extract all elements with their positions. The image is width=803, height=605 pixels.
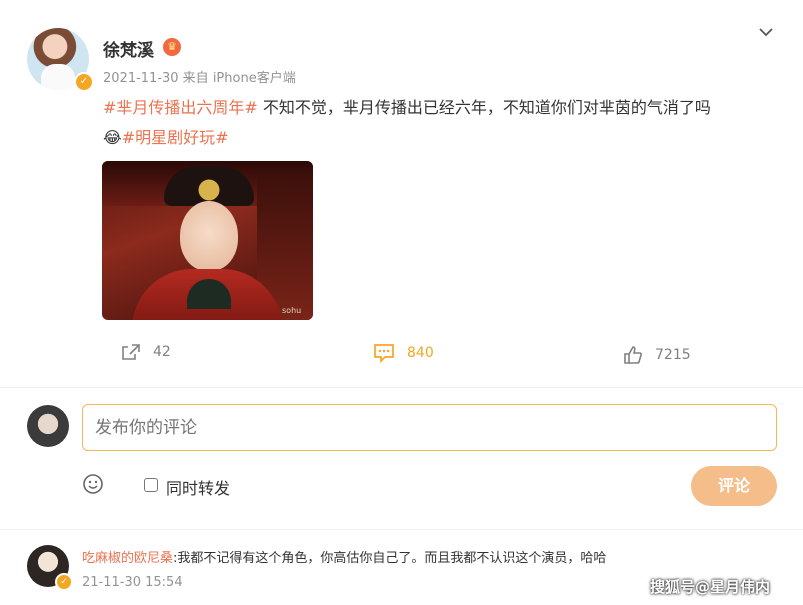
laughing-emoji-icon: 😂 [103, 128, 122, 147]
comment-time: 21-11-30 15:54 [82, 575, 183, 590]
submit-comment-button[interactable]: 评论 [691, 466, 777, 506]
divider [0, 387, 803, 388]
current-user-avatar[interactable] [27, 405, 69, 447]
comment-count: 840 [407, 345, 434, 361]
vip-crown-icon: ♛ [163, 38, 181, 56]
verified-badge-icon: ✓ [55, 573, 73, 591]
comment-button[interactable]: 840 [373, 343, 434, 363]
divider [0, 529, 803, 530]
thumbs-up-icon [624, 346, 642, 364]
post-meta: 2021-11-30 来自 iPhone客户端 [103, 71, 296, 86]
post-image[interactable]: sohu [102, 161, 313, 320]
author-name[interactable]: 徐梵溪 [103, 36, 154, 61]
hashtag-link[interactable]: #芈月传播出六周年# [103, 98, 258, 117]
comment-input[interactable] [82, 404, 777, 451]
footer-watermark: 搜狐号@星月伟内 [650, 578, 771, 596]
image-watermark: sohu [282, 306, 302, 315]
comment-body: :我都不记得有这个角色，你高估你自己了。而且我都不认识这个演员，哈哈 [173, 551, 607, 566]
repost-button[interactable]: 42 [121, 343, 171, 361]
repost-checkbox[interactable] [144, 478, 158, 492]
post-menu-chevron-down-icon[interactable] [756, 24, 776, 40]
commenter-name[interactable]: 吃麻椒的欧尼桑 [82, 551, 173, 566]
repost-count: 42 [153, 344, 171, 360]
post-body: 不知不觉，芈月传播出已经六年，不知道你们对芈茵的气消了吗 [257, 98, 711, 117]
like-count: 7215 [655, 347, 691, 363]
comment-text: 吃麻椒的欧尼桑:我都不记得有这个角色，你高估你自己了。而且我都不认识这个演员，哈… [82, 547, 606, 566]
repost-icon [122, 344, 140, 360]
verified-badge-icon: ✓ [74, 72, 94, 92]
emoji-icon[interactable] [82, 473, 104, 495]
post-text: #芈月传播出六周年# 不知不觉，芈月传播出已经六年，不知道你们对芈茵的气消了吗 … [103, 93, 793, 153]
comment-icon [374, 344, 394, 363]
repost-checkbox-label: 同时转发 [166, 479, 231, 498]
like-button[interactable]: 7215 [623, 345, 691, 365]
hashtag-link[interactable]: #明星剧好玩# [122, 128, 229, 147]
